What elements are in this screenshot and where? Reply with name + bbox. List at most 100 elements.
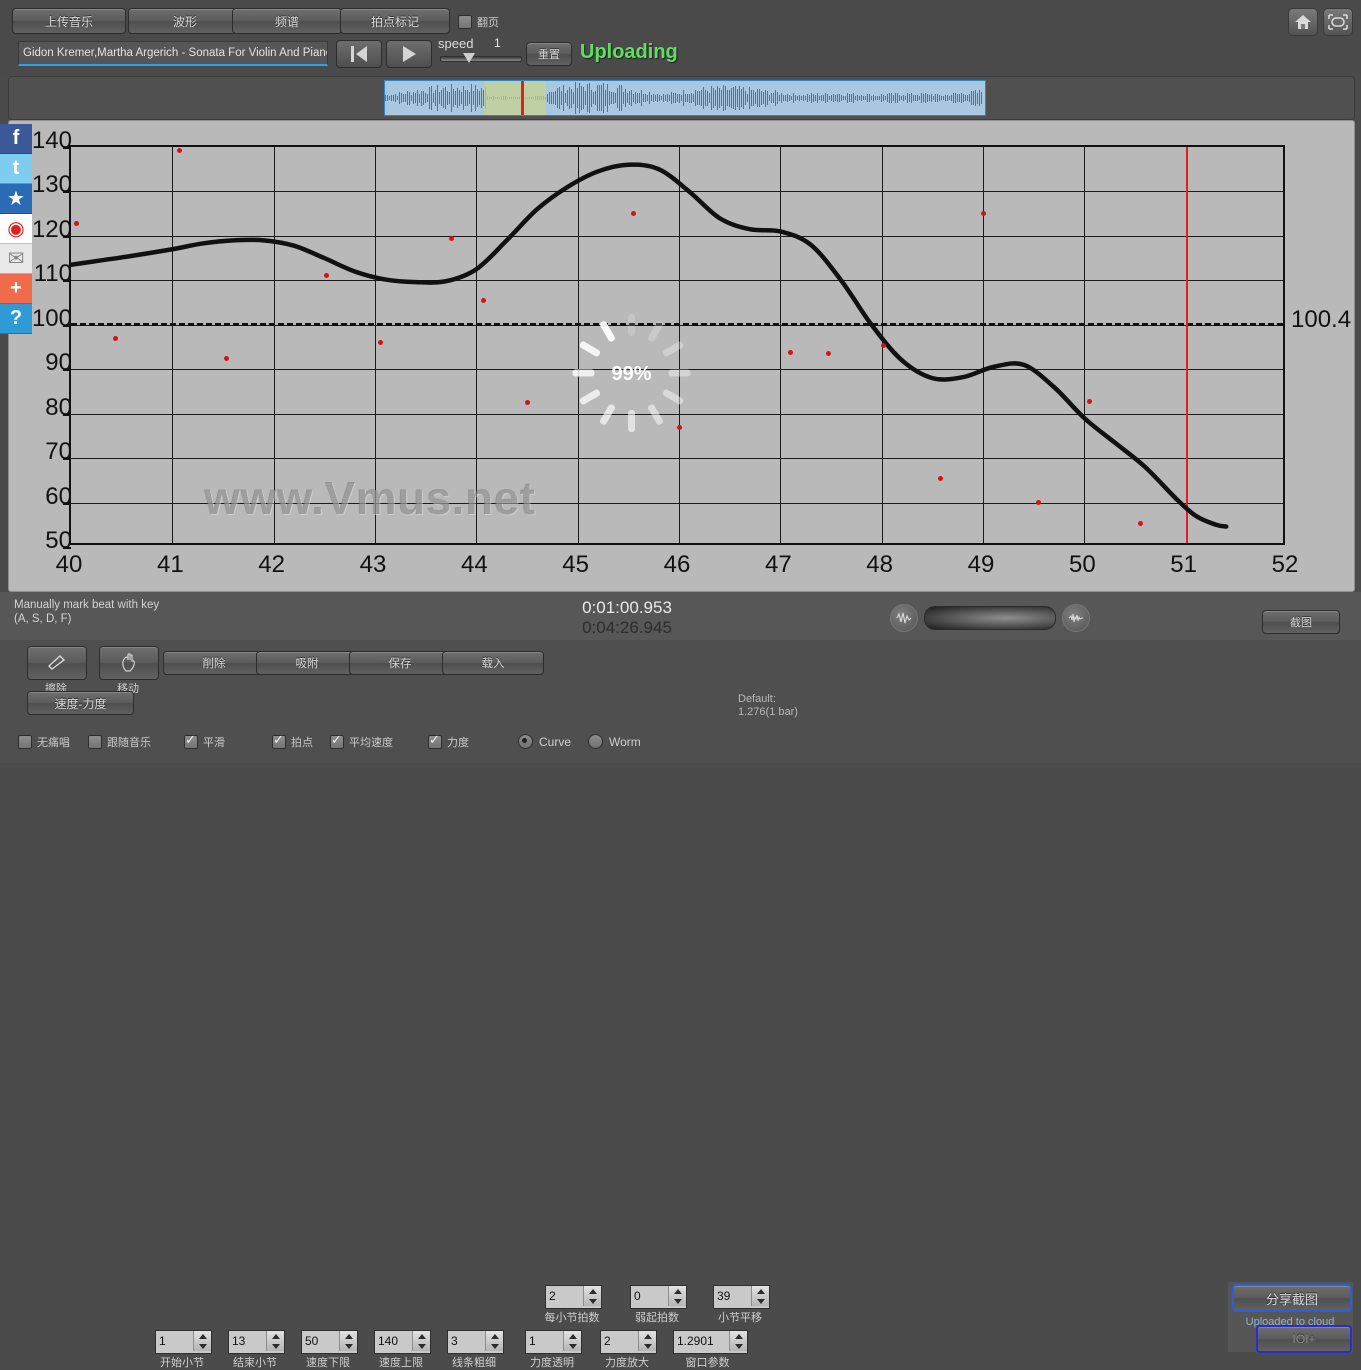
bar-offset-spinner[interactable] <box>713 1285 770 1309</box>
beat-mark-button[interactable]: 拍点标记 <box>340 8 450 34</box>
waveform-playhead[interactable] <box>521 81 524 115</box>
checkbox-velocity[interactable]: 力度 <box>428 732 469 750</box>
waveform-selection[interactable] <box>384 80 986 116</box>
window-param-spinner-arrows[interactable] <box>729 1331 747 1351</box>
checkbox-box[interactable] <box>458 15 472 29</box>
end-bar-spinner[interactable] <box>228 1330 285 1354</box>
play-button[interactable] <box>386 40 432 68</box>
chevron-up-icon[interactable] <box>588 1288 597 1294</box>
beat-point[interactable] <box>1086 398 1092 404</box>
upload-music-button[interactable]: 上传音乐 <box>12 8 126 34</box>
velocity-zoom-spinner-input[interactable] <box>601 1331 638 1351</box>
delete-button[interactable]: 削除 <box>163 651 265 675</box>
velocity-zoom-spinner[interactable] <box>600 1330 657 1354</box>
beats-per-bar-spinner-arrows[interactable] <box>583 1286 601 1306</box>
checkbox-follow-music[interactable]: 跟随音乐 <box>88 734 151 750</box>
volume-slider[interactable] <box>924 606 1056 630</box>
window-param-spinner-input[interactable] <box>674 1331 729 1351</box>
start-bar-spinner-input[interactable] <box>156 1331 193 1351</box>
chevron-up-icon[interactable] <box>271 1333 280 1339</box>
chevron-down-icon[interactable] <box>588 1298 597 1304</box>
end-bar-spinner-arrows[interactable] <box>266 1331 284 1351</box>
beat-point[interactable] <box>176 148 182 154</box>
speed-slider[interactable] <box>440 53 522 63</box>
share-screenshot-button[interactable]: 分享截图 <box>1232 1284 1352 1312</box>
chevron-down-icon[interactable] <box>673 1298 682 1304</box>
tempo-min-spinner-input[interactable] <box>302 1331 339 1351</box>
checkbox-no-pain[interactable]: 无痛唱 <box>18 734 70 750</box>
beats-per-bar-spinner[interactable] <box>545 1285 602 1309</box>
velocity-alpha-spinner-arrows[interactable] <box>563 1331 581 1351</box>
weibo-icon[interactable]: ◉ <box>0 214 32 244</box>
chevron-down-icon[interactable] <box>271 1343 280 1349</box>
chevron-down-icon[interactable] <box>490 1343 499 1349</box>
chevron-up-icon[interactable] <box>198 1333 207 1339</box>
radio-curve[interactable]: Curve <box>518 734 571 749</box>
chevron-up-icon[interactable] <box>643 1333 652 1339</box>
velocity-alpha-spinner[interactable] <box>525 1330 582 1354</box>
line-width-spinner-input[interactable] <box>448 1331 485 1351</box>
radio-curve-dot[interactable] <box>518 734 533 749</box>
beat-point[interactable] <box>787 349 793 355</box>
move-tool[interactable] <box>99 646 159 680</box>
beat-point[interactable] <box>223 355 229 361</box>
speed-slider-knob[interactable] <box>463 53 475 63</box>
radio-worm[interactable]: Worm <box>588 734 641 749</box>
ioi-button[interactable]: IOI+ <box>1256 1325 1352 1353</box>
chevron-down-icon[interactable] <box>756 1298 765 1304</box>
go-to-start-button[interactable] <box>336 40 382 68</box>
beat-point[interactable] <box>937 475 943 481</box>
flip-page-checkbox[interactable]: 翻页 <box>458 14 499 30</box>
home-icon[interactable] <box>1288 8 1318 36</box>
checkbox-box[interactable] <box>330 732 344 749</box>
checkbox-box[interactable] <box>88 735 102 749</box>
chevron-up-icon[interactable] <box>344 1333 353 1339</box>
velocity-alpha-spinner-input[interactable] <box>526 1331 563 1351</box>
line-width-spinner-arrows[interactable] <box>485 1331 503 1351</box>
chevron-down-icon[interactable] <box>344 1343 353 1349</box>
start-bar-spinner-arrows[interactable] <box>193 1331 211 1351</box>
beat-point[interactable] <box>676 425 682 431</box>
bar-offset-spinner-arrows[interactable] <box>751 1286 769 1306</box>
checkbox-smooth[interactable]: 平滑 <box>184 732 225 750</box>
end-bar-spinner-input[interactable] <box>229 1331 266 1351</box>
screenshot-button[interactable]: 截图 <box>1262 610 1340 634</box>
track-title-field[interactable]: Gidon Kremer,Martha Argerich - Sonata Fo… <box>18 41 328 66</box>
qzone-icon[interactable]: ★ <box>0 184 32 214</box>
pickup-beats-spinner-input[interactable] <box>631 1286 668 1306</box>
beats-per-bar-spinner-input[interactable] <box>546 1286 583 1306</box>
save-button[interactable]: 保存 <box>349 651 451 675</box>
email-icon[interactable]: ✉ <box>0 244 32 274</box>
beat-point[interactable] <box>1137 521 1143 527</box>
checkbox-box[interactable] <box>18 735 32 749</box>
snap-button[interactable]: 吸附 <box>256 651 358 675</box>
checkbox-box[interactable] <box>184 732 198 749</box>
checkbox-box[interactable] <box>428 732 442 749</box>
line-width-spinner[interactable] <box>447 1330 504 1354</box>
waveform-icon-right[interactable] <box>1062 604 1090 632</box>
window-param-spinner[interactable] <box>673 1330 748 1354</box>
chevron-down-icon[interactable] <box>734 1343 743 1349</box>
bar-offset-spinner-input[interactable] <box>714 1286 751 1306</box>
chevron-down-icon[interactable] <box>198 1343 207 1349</box>
chevron-up-icon[interactable] <box>417 1333 426 1339</box>
more-icon[interactable]: + <box>0 274 32 304</box>
chevron-up-icon[interactable] <box>673 1288 682 1294</box>
checkbox-beat[interactable]: 拍点 <box>272 732 313 750</box>
waveform-button[interactable]: 波形 <box>128 8 242 34</box>
twitter-icon[interactable]: t <box>0 154 32 184</box>
tempo-min-spinner[interactable] <box>301 1330 358 1354</box>
chevron-down-icon[interactable] <box>643 1343 652 1349</box>
tempo-max-spinner-arrows[interactable] <box>412 1331 430 1351</box>
start-bar-spinner[interactable] <box>155 1330 212 1354</box>
tempo-max-spinner-input[interactable] <box>375 1331 412 1351</box>
spectrum-button[interactable]: 频谱 <box>232 8 342 34</box>
checkbox-box[interactable] <box>272 732 286 749</box>
chevron-down-icon[interactable] <box>568 1343 577 1349</box>
tempo-plot-area[interactable] <box>63 145 1285 549</box>
reset-button[interactable]: 重置 <box>526 42 572 66</box>
help-icon[interactable]: ? <box>0 304 32 334</box>
waveform-icon-left[interactable] <box>890 604 918 632</box>
beat-point[interactable] <box>113 335 119 341</box>
velocity-button[interactable]: 速度-力度 <box>27 691 134 715</box>
